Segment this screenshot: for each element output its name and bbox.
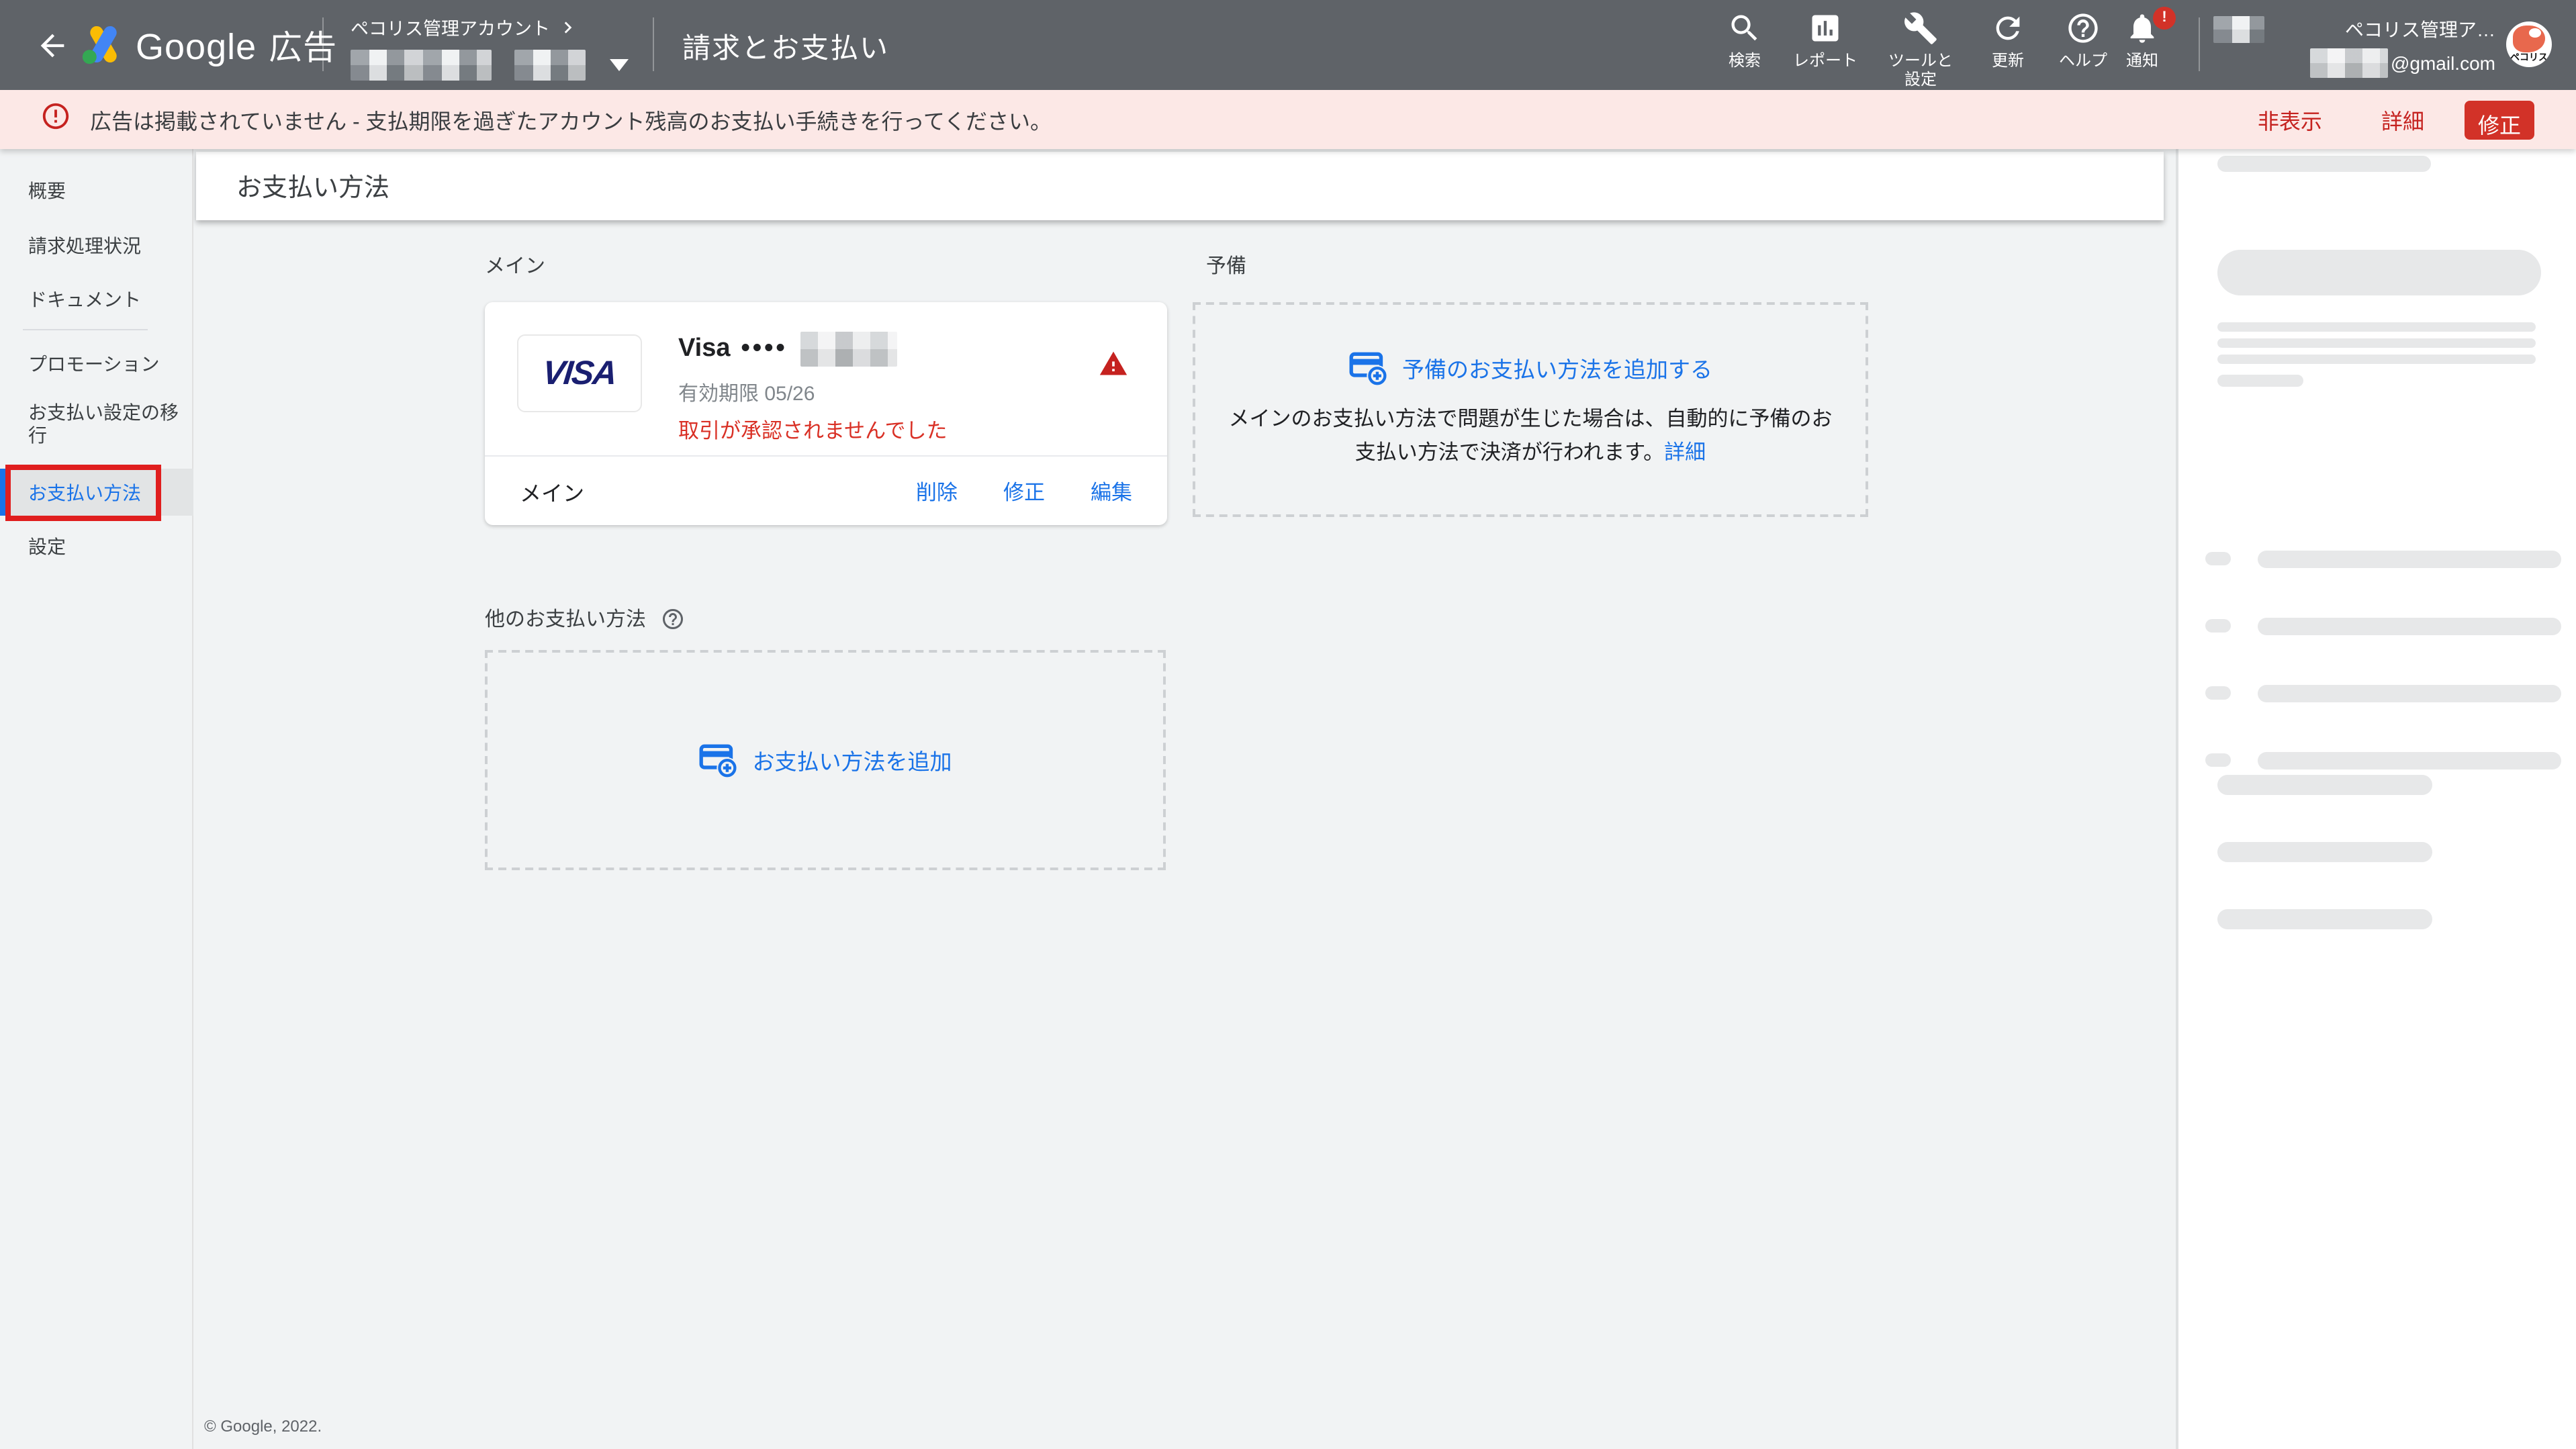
skeleton-bar	[2217, 338, 2536, 348]
report-icon	[1808, 11, 1843, 46]
sidebar-item-overview[interactable]: 概要	[28, 177, 66, 204]
redacted-account-id	[514, 50, 586, 81]
sidebar-item-payment-methods[interactable]: お支払い方法	[0, 469, 193, 516]
app-bar: Google 広告 ペコリス管理アカウント 請求とお支払い 検索 レポート	[0, 0, 2576, 90]
backup-payment-dropzone: 予備のお支払い方法を追加する メインのお支払い方法で問題が生じた場合は、自動的に…	[1193, 302, 1868, 517]
wrench-icon	[1903, 11, 1938, 46]
alert-message: 広告は掲載されていません - 支払期限を過ぎたアカウント残高のお支払い手続きを行…	[90, 103, 2258, 136]
primary-section-label: メイン	[485, 251, 545, 279]
card-fix-link[interactable]: 修正	[1003, 476, 1045, 506]
add-payment-link[interactable]: お支払い方法を追加	[699, 741, 952, 779]
card-expiry: 有効期限 05/26	[678, 379, 948, 407]
add-card-icon	[1348, 350, 1389, 387]
backup-description: メインのお支払い方法で問題が生じた場合は、自動的に予備のお 支払い方法で決済が行…	[1228, 405, 1832, 469]
visa-logo: VISA	[517, 334, 642, 412]
redacted-account-id	[351, 50, 492, 81]
skeleton-dot	[2205, 552, 2231, 565]
notifications-button[interactable]: ! 通知	[2101, 11, 2184, 70]
content-title-bar: お支払い方法	[196, 152, 2164, 220]
refresh-button[interactable]: 更新	[1966, 11, 2050, 70]
skeleton-bar	[2217, 909, 2432, 929]
primary-payment-card: VISA Visa •••• 有効期限 05/26 取引が承認されませんでした …	[485, 302, 1167, 525]
reports-button[interactable]: レポート	[1784, 11, 1867, 70]
header-divider	[322, 17, 324, 71]
refresh-icon	[1990, 11, 2025, 46]
account-switcher[interactable]: ペコリス管理アカウント	[351, 13, 639, 81]
card-brand: Visa	[678, 334, 731, 364]
skeleton-bar	[2258, 752, 2561, 769]
billing-sidebar: 概要 請求処理状況 ドキュメント プロモーション お支払い設定の移行 お支払い方…	[0, 149, 193, 1449]
card-edit-link[interactable]: 編集	[1091, 476, 1132, 506]
card-role-label: メイン	[520, 475, 870, 507]
tools-settings-button[interactable]: ツールと設定	[1879, 11, 1962, 89]
page-root: Google 広告 ペコリス管理アカウント 請求とお支払い 検索 レポート	[0, 0, 2576, 1449]
chevron-down-icon[interactable]	[610, 59, 629, 71]
add-card-icon	[699, 741, 739, 779]
chevron-right-icon	[558, 18, 576, 36]
sidebar-item-payment-migration[interactable]: お支払い設定の移行	[28, 402, 179, 447]
avatar[interactable]: ペコリス	[2506, 21, 2552, 67]
warning-triangle-icon	[1099, 349, 1128, 385]
sidebar-item-promotions[interactable]: プロモーション	[28, 350, 159, 377]
copyright-text: © Google, 2022.	[204, 1417, 322, 1436]
help-icon	[2066, 11, 2101, 46]
google-ads-logo-icon[interactable]	[81, 21, 126, 74]
sidebar-item-documents[interactable]: ドキュメント	[28, 286, 141, 313]
help-circle-icon[interactable]	[661, 606, 685, 630]
user-info: ペコリス管理ア… @gmail.com	[2213, 12, 2495, 79]
skeleton-bar	[2217, 156, 2431, 172]
add-backup-payment-link[interactable]: 予備のお支払い方法を追加する	[1348, 350, 1712, 387]
sidebar-item-settings[interactable]: 設定	[28, 533, 66, 560]
redacted-user-id	[2213, 15, 2264, 42]
alert-details-link[interactable]: 詳細	[2381, 103, 2424, 136]
card-footer: メイン 削除 修正 編集	[485, 455, 1167, 525]
backup-details-link[interactable]: 詳細	[1664, 441, 1706, 464]
selected-indicator	[0, 469, 7, 516]
loading-skeleton-panel	[2176, 149, 2576, 1449]
skeleton-bar	[2258, 618, 2561, 635]
skeleton-bar	[2217, 375, 2303, 387]
payment-alert-banner: 広告は掲載されていません - 支払期限を過ぎたアカウント残高のお支払い手続きを行…	[0, 90, 2576, 149]
card-error-message: 取引が承認されませんでした	[678, 415, 948, 445]
main-content: お支払い方法 メイン VISA Visa •••• 有効期限 05/26 取引が…	[195, 149, 2176, 1449]
search-icon	[1727, 11, 1762, 46]
skeleton-bar	[2258, 551, 2561, 568]
skeleton-bar	[2217, 775, 2432, 795]
card-delete-link[interactable]: 削除	[916, 476, 958, 506]
skeleton-dot	[2205, 753, 2231, 767]
header-divider	[653, 17, 654, 71]
account-name-label: ペコリス管理アカウント	[351, 13, 550, 40]
header-divider	[2199, 17, 2200, 71]
card-masked-digits: ••••	[741, 334, 788, 364]
skeleton-bar	[2217, 355, 2536, 364]
brand-wordmark: Google 広告	[136, 21, 337, 70]
other-section-label: 他のお支払い方法	[485, 604, 646, 633]
sidebar-item-billing-activity[interactable]: 請求処理状況	[28, 232, 141, 259]
skeleton-bar	[2217, 250, 2541, 295]
content-title: お支払い方法	[236, 168, 389, 204]
search-button[interactable]: 検索	[1703, 11, 1786, 70]
skeleton-bar	[2217, 322, 2536, 332]
error-outline-icon	[40, 101, 71, 138]
alert-fix-button[interactable]: 修正	[2465, 100, 2534, 139]
avatar-logo	[2513, 26, 2545, 52]
user-email: @gmail.com	[2391, 52, 2495, 73]
skeleton-bar	[2258, 685, 2561, 702]
skeleton-dot	[2205, 619, 2231, 633]
alert-hide-link[interactable]: 非表示	[2258, 103, 2322, 136]
notification-badge: !	[2153, 7, 2176, 30]
brand-product: 広告	[269, 30, 337, 67]
redacted-card-number	[801, 332, 898, 367]
backup-section-label: 予備	[1206, 251, 1246, 279]
brand-google: Google	[136, 27, 257, 67]
back-icon[interactable]	[35, 28, 70, 70]
sidebar-divider	[23, 329, 148, 330]
skeleton-bar	[2217, 842, 2432, 862]
redacted-email-prefix	[2310, 48, 2388, 77]
user-name: ペコリス管理ア…	[2345, 15, 2495, 42]
other-payment-dropzone: お支払い方法を追加	[485, 650, 1166, 870]
page-title: 請求とお支払い	[682, 27, 889, 67]
skeleton-dot	[2205, 686, 2231, 700]
